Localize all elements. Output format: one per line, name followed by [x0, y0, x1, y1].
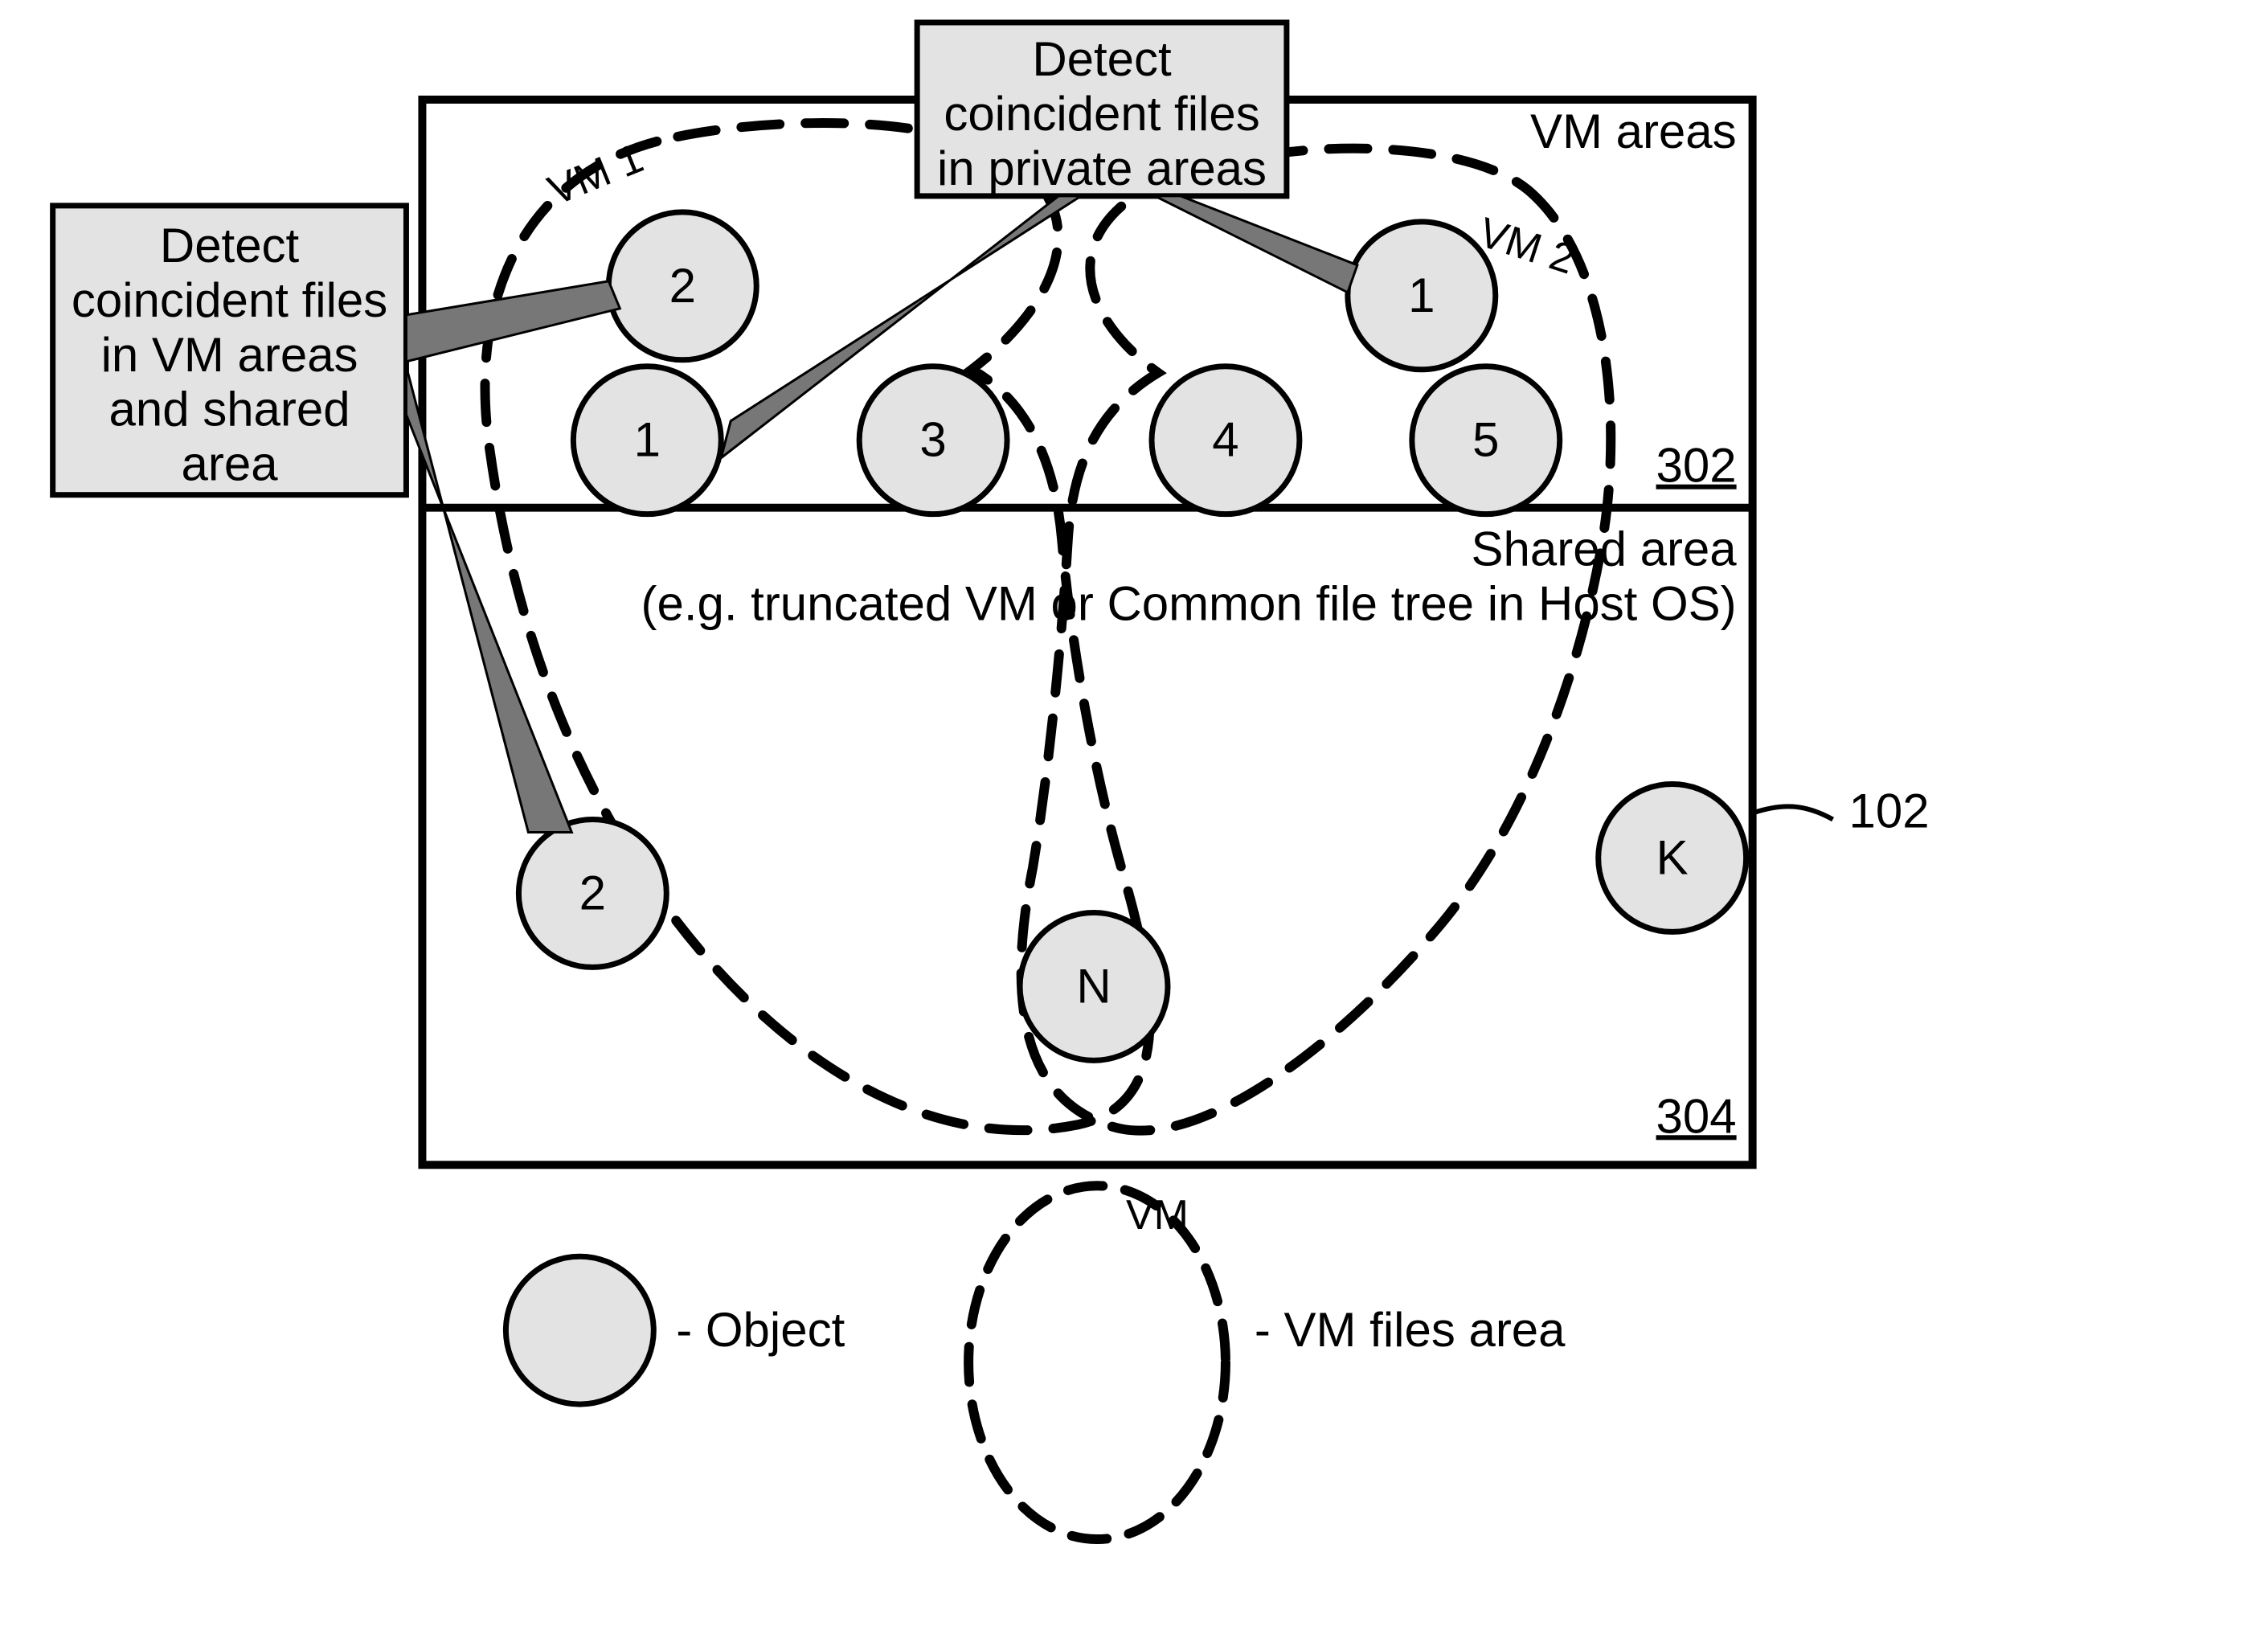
svg-text:5: 5	[1472, 413, 1499, 467]
svg-text:- VM files area: - VM files area	[1255, 1303, 1566, 1357]
leader-102	[1753, 806, 1833, 819]
diagram-root: VM areas 302 Shared area (e.g. truncated…	[0, 0, 2268, 1626]
svg-text:Detect: Detect	[160, 219, 300, 272]
svg-text:N: N	[1076, 959, 1111, 1013]
vm-areas-ref: 302	[1656, 439, 1737, 493]
vm-areas-label: VM areas	[1530, 104, 1737, 158]
svg-text:4: 4	[1212, 413, 1238, 467]
outer-ref-label: 102	[1849, 784, 1930, 838]
shared-area-ref: 304	[1656, 1089, 1737, 1143]
svg-text:coincident files: coincident files	[944, 87, 1259, 141]
vm1-label: VM 1	[542, 135, 649, 215]
wedge-left-to-shared-obj2	[406, 367, 571, 833]
svg-text:area: area	[182, 437, 279, 491]
object-vm1-top: 2	[608, 212, 756, 360]
svg-text:1: 1	[634, 413, 661, 467]
callout-shared: Detect coincident files in VM areas and …	[53, 206, 407, 495]
svg-text:coincident files: coincident files	[72, 273, 387, 327]
object-shared-right: K	[1599, 784, 1746, 932]
svg-text:1: 1	[1408, 268, 1435, 322]
svg-text:3: 3	[919, 413, 946, 467]
svg-text:- Object: - Object	[676, 1303, 845, 1357]
object-shared-center: N	[1020, 912, 1168, 1060]
svg-text:2: 2	[579, 866, 606, 919]
object-mid4: 4	[1152, 367, 1300, 514]
shared-area-label-2: (e.g. truncated VM or Common file tree i…	[641, 577, 1737, 631]
svg-text:2: 2	[669, 259, 696, 313]
svg-text:in private areas: in private areas	[937, 141, 1267, 195]
legend-object: - Object	[506, 1256, 845, 1404]
object-mid3: 3	[859, 367, 1007, 514]
wedge-left-to-vm1-obj2	[406, 281, 620, 362]
object-vm2-bottom: 5	[1412, 367, 1560, 514]
object-shared-left: 2	[518, 819, 666, 967]
svg-text:and shared: and shared	[109, 383, 350, 436]
legend-vm: VM - VM files area	[968, 1186, 1566, 1539]
object-vm2-top: 1	[1348, 222, 1496, 370]
svg-text:in VM areas: in VM areas	[101, 328, 358, 382]
object-vm1-bottom: 1	[573, 367, 721, 514]
wedge-top-to-vm2-obj1	[1155, 196, 1357, 293]
svg-text:VM: VM	[1126, 1192, 1189, 1239]
svg-text:Detect: Detect	[1032, 32, 1172, 86]
callout-private: Detect coincident files in private areas	[917, 23, 1287, 196]
svg-text:K: K	[1656, 830, 1689, 884]
